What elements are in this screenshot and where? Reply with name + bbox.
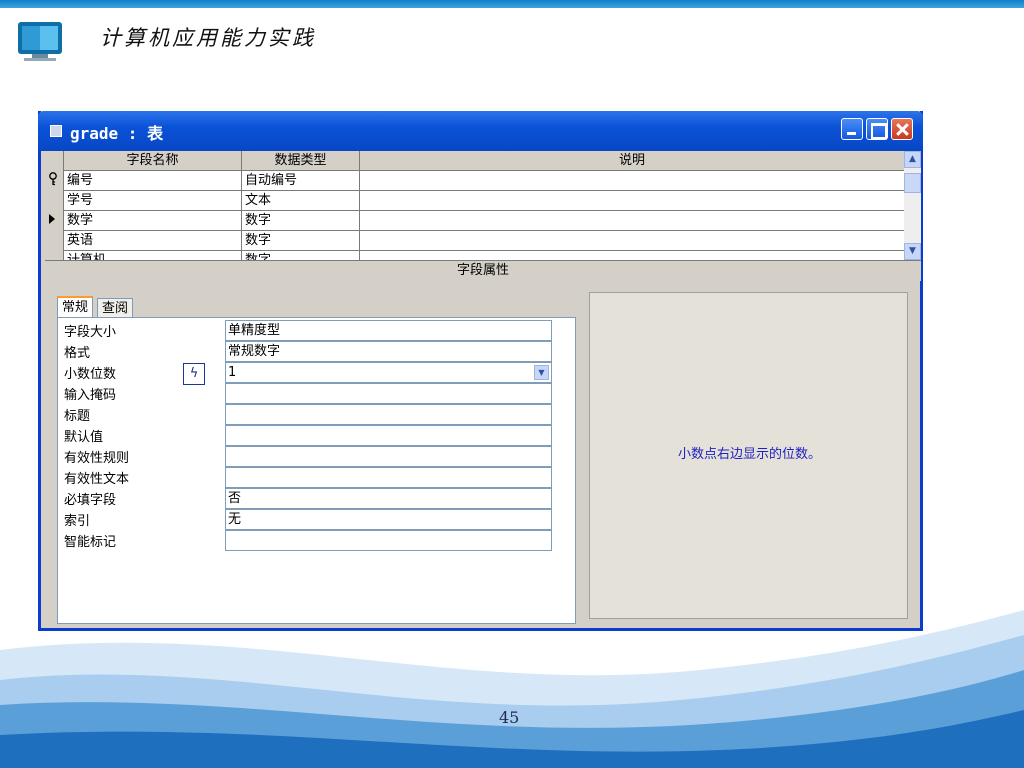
property-row: 小数位数 ϟ 1 ▼ bbox=[58, 362, 577, 385]
field-size-input[interactable]: 单精度型 bbox=[225, 320, 552, 341]
data-type-cell[interactable]: 数字 bbox=[242, 251, 360, 260]
property-label: 默认值 bbox=[64, 430, 104, 445]
field-name-cell[interactable]: 编号 bbox=[64, 171, 242, 191]
row-selector[interactable] bbox=[45, 251, 64, 260]
decimal-places-value: 1 bbox=[228, 365, 237, 380]
field-name-cell[interactable]: 英语 bbox=[64, 231, 242, 251]
general-properties-panel: 字段大小 单精度型 格式 常规数字 小数位数 ϟ 1 ▼ 输入掩码 标题 默认值 bbox=[57, 317, 576, 624]
slide-title: 计算机应用能力实践 bbox=[100, 26, 316, 50]
maximize-button[interactable] bbox=[866, 118, 888, 140]
validation-text-input[interactable] bbox=[225, 467, 552, 488]
property-row: 有效性规则 bbox=[58, 446, 577, 467]
description-cell[interactable] bbox=[360, 191, 904, 211]
close-button[interactable] bbox=[891, 118, 913, 140]
input-mask-input[interactable] bbox=[225, 383, 552, 404]
tab-lookup[interactable]: 查阅 bbox=[97, 298, 134, 318]
table-icon bbox=[50, 125, 62, 137]
chevron-down-icon[interactable]: ▼ bbox=[534, 365, 549, 380]
column-header-description: 说明 bbox=[618, 153, 645, 168]
field-grid: 字段名称 数据类型 说明 编号 自动编号 学号 文本 数学 数字 英语 数字 bbox=[45, 151, 904, 260]
scroll-up-icon[interactable]: ▲ bbox=[904, 151, 921, 168]
field-properties-header: 字段属性 bbox=[45, 260, 921, 281]
property-row: 字段大小 单精度型 bbox=[58, 320, 577, 341]
grid-vertical-scrollbar[interactable]: ▲ ▼ bbox=[904, 151, 921, 260]
property-label: 输入掩码 bbox=[64, 388, 117, 403]
table-row[interactable]: 编号 自动编号 bbox=[45, 171, 904, 191]
validation-rule-input[interactable] bbox=[225, 446, 552, 467]
property-label: 必填字段 bbox=[64, 493, 117, 508]
property-label: 索引 bbox=[64, 514, 91, 529]
table-row[interactable]: 计算机 数字 bbox=[45, 251, 904, 260]
grid-header-row: 字段名称 数据类型 说明 bbox=[45, 151, 904, 171]
table-row[interactable]: 英语 数字 bbox=[45, 231, 904, 251]
minimize-button[interactable] bbox=[841, 118, 863, 140]
description-cell[interactable] bbox=[360, 231, 904, 251]
data-type-cell[interactable]: 文本 bbox=[242, 191, 360, 211]
property-row: 索引 无 bbox=[58, 509, 577, 530]
property-label: 小数位数 bbox=[64, 367, 117, 382]
property-label: 有效性文本 bbox=[64, 472, 130, 487]
row-selector[interactable] bbox=[45, 191, 64, 211]
decimal-places-select[interactable]: 1 ▼ bbox=[225, 362, 552, 383]
default-value-input[interactable] bbox=[225, 425, 552, 446]
help-text: 小数点右边显示的位数。 bbox=[677, 447, 821, 462]
property-help-box: 小数点右边显示的位数。 bbox=[589, 292, 908, 619]
data-type-cell[interactable]: 数字 bbox=[242, 231, 360, 251]
property-row: 格式 常规数字 bbox=[58, 341, 577, 362]
decorative-wave bbox=[0, 610, 1024, 768]
description-cell[interactable] bbox=[360, 171, 904, 191]
window-title: grade : 表 bbox=[70, 124, 164, 143]
required-input[interactable]: 否 bbox=[225, 488, 552, 509]
property-label: 格式 bbox=[64, 346, 91, 361]
data-type-cell[interactable]: 数字 bbox=[242, 211, 360, 231]
table-design-window: grade : 表 字段名称 数据类型 说明 编号 自动编号 学号 文本 数学 … bbox=[38, 111, 923, 631]
property-row: 智能标记 bbox=[58, 530, 577, 551]
property-label: 字段大小 bbox=[64, 325, 117, 340]
computer-monitor-icon bbox=[18, 22, 62, 61]
smart-tags-input[interactable] bbox=[225, 530, 552, 551]
column-header-field-name: 字段名称 bbox=[64, 151, 242, 171]
indexed-input[interactable]: 无 bbox=[225, 509, 552, 530]
smart-tag-icon[interactable]: ϟ bbox=[183, 363, 205, 385]
column-header-data-type: 数据类型 bbox=[242, 151, 360, 171]
property-row: 默认值 bbox=[58, 425, 577, 446]
format-input[interactable]: 常规数字 bbox=[225, 341, 552, 362]
property-label: 标题 bbox=[64, 409, 91, 424]
property-label: 智能标记 bbox=[64, 535, 117, 550]
table-row[interactable]: 学号 文本 bbox=[45, 191, 904, 211]
slide-top-bar bbox=[0, 0, 1024, 8]
description-cell[interactable] bbox=[360, 211, 904, 231]
tab-general[interactable]: 常规 bbox=[57, 296, 94, 318]
property-label: 有效性规则 bbox=[64, 451, 130, 466]
data-type-cell[interactable]: 自动编号 bbox=[242, 171, 360, 191]
field-name-cell[interactable]: 计算机 bbox=[64, 251, 242, 260]
row-selector-header bbox=[45, 151, 64, 171]
table-row[interactable]: 数学 数字 bbox=[45, 211, 904, 231]
property-row: 标题 bbox=[58, 404, 577, 425]
field-name-cell[interactable]: 数学 bbox=[64, 211, 242, 231]
window-titlebar[interactable]: grade : 表 bbox=[38, 111, 923, 151]
current-row-arrow-icon bbox=[45, 211, 64, 231]
property-row: 必填字段 否 bbox=[58, 488, 577, 509]
page-number: 45 bbox=[499, 708, 520, 727]
scroll-thumb[interactable] bbox=[904, 173, 921, 193]
row-selector[interactable] bbox=[45, 231, 64, 251]
property-row: 输入掩码 bbox=[58, 383, 577, 404]
scroll-down-icon[interactable]: ▼ bbox=[904, 243, 921, 260]
key-icon bbox=[45, 171, 64, 191]
field-name-cell[interactable]: 学号 bbox=[64, 191, 242, 211]
caption-input[interactable] bbox=[225, 404, 552, 425]
property-row: 有效性文本 bbox=[58, 467, 577, 488]
description-cell[interactable] bbox=[360, 251, 904, 260]
